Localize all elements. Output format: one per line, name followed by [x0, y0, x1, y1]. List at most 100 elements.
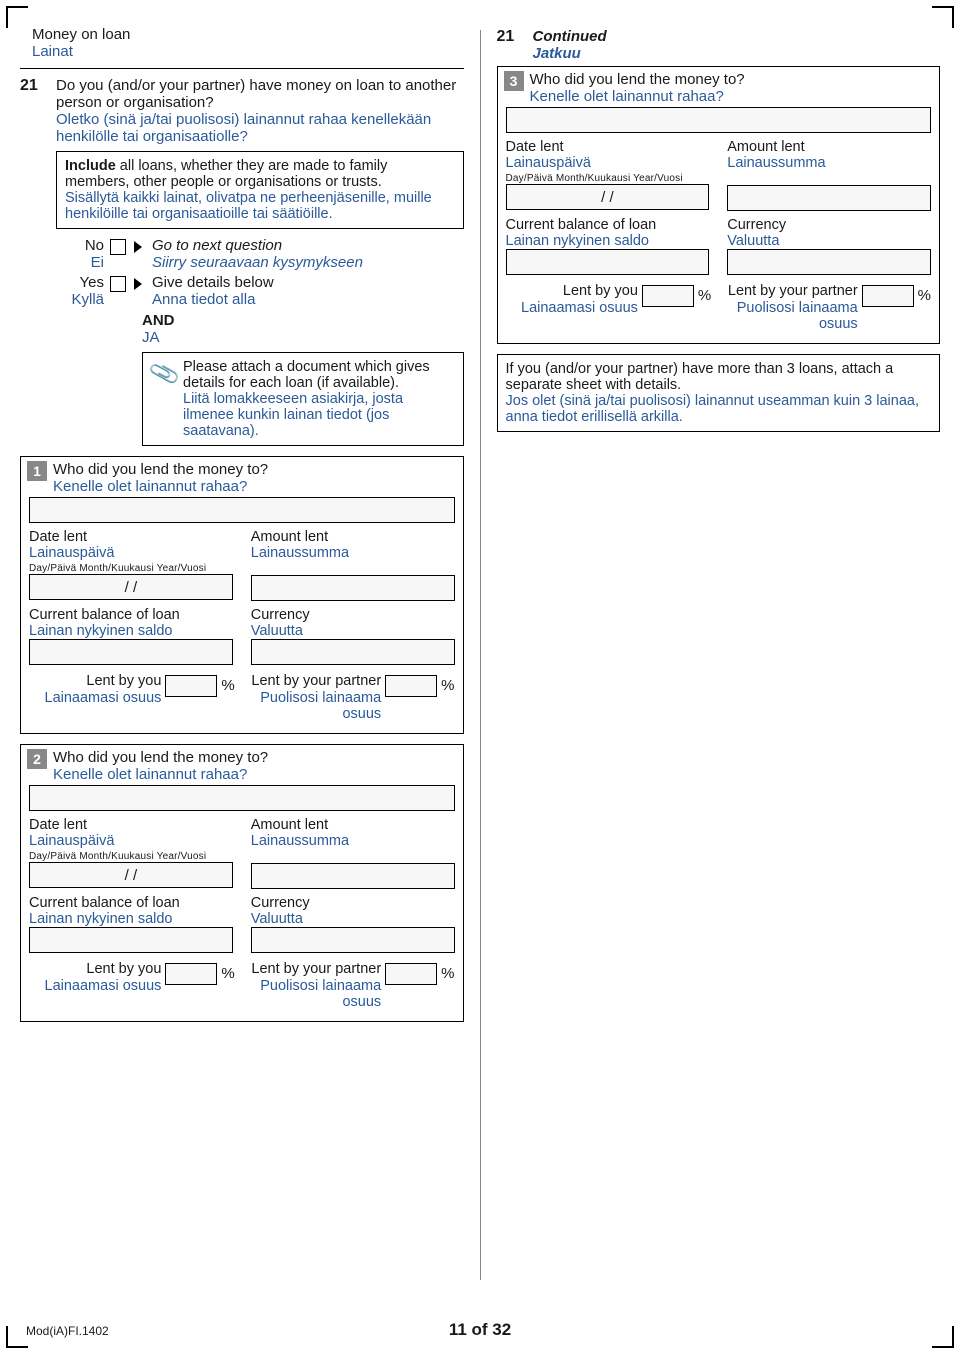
loan3-who-input[interactable] — [506, 107, 932, 133]
no-label-en: No — [85, 237, 104, 254]
you-label-en: Lent by you — [563, 283, 638, 299]
loan2-currency-input[interactable] — [251, 927, 455, 953]
and-fi: JA — [142, 329, 464, 346]
left-column: Money on loan Lainat 21 Do you (and/or y… — [20, 20, 464, 1290]
no-action-fi: Siirry seuraavaan kysymykseen — [152, 254, 363, 271]
more-than-3-note: If you (and/or your partner) have more t… — [497, 354, 941, 432]
loan1-currency-input[interactable] — [251, 639, 455, 665]
amount-label-en: Amount lent — [251, 817, 455, 833]
no-action-en: Go to next question — [152, 237, 282, 254]
yes-action-en: Give details below — [152, 274, 274, 291]
attach-en: Please attach a document which gives det… — [183, 359, 430, 391]
loan1-you-pct-input[interactable] — [165, 675, 217, 697]
loan-number-1: 1 — [27, 461, 47, 481]
section-title-en: Money on loan — [32, 26, 462, 43]
paperclip-icon: 📎 — [147, 357, 182, 391]
arrow-icon — [134, 241, 142, 253]
loan2-partner-pct-input[interactable] — [385, 963, 437, 985]
loan1-who-input[interactable] — [29, 497, 455, 523]
question-text-en: Do you (and/or your partner) have money … — [56, 77, 464, 111]
loan3-currency-input[interactable] — [727, 249, 931, 275]
loan2-who-input[interactable] — [29, 785, 455, 811]
continued-header: 21 Continued Jatkuu — [497, 20, 941, 62]
loan1-amount-input[interactable] — [251, 575, 455, 601]
currency-label-en: Currency — [251, 895, 455, 911]
continued-fi: Jatkuu — [533, 45, 607, 62]
partner-label-en: Lent by your partner — [251, 961, 381, 977]
loan2-balance-input[interactable] — [29, 927, 233, 953]
date-label-fi: Lainauspäivä — [29, 833, 233, 849]
attach-fi: Liitä lomakkeeseen asiakirja, josta ilme… — [183, 391, 403, 439]
percent-symbol: % — [221, 677, 234, 694]
currency-label-en: Currency — [251, 607, 455, 623]
who-label-fi: Kenelle olet lainannut rahaa? — [53, 766, 268, 783]
currency-label-fi: Valuutta — [251, 623, 455, 639]
include-note: Include all loans, whether they are made… — [56, 151, 464, 229]
loan-block-2: 2 Who did you lend the money to? Kenelle… — [20, 744, 464, 1022]
percent-symbol: % — [441, 677, 454, 694]
option-yes: Yes Kyllä Give details below Anna tiedot… — [56, 274, 464, 308]
balance-label-en: Current balance of loan — [506, 217, 710, 233]
no-label-fi: Ei — [56, 254, 104, 271]
page-number: 11 of 32 — [0, 1320, 960, 1340]
amount-label-en: Amount lent — [251, 529, 455, 545]
date-header: Day/Päivä Month/Kuukausi Year/Vuosi — [29, 563, 233, 574]
percent-symbol: % — [441, 965, 454, 982]
date-label-fi: Lainauspäivä — [29, 545, 233, 561]
and-en: AND — [142, 312, 464, 329]
section-rule — [20, 68, 464, 69]
include-lead-en: Include — [65, 158, 116, 174]
you-label-en: Lent by you — [86, 673, 161, 689]
amount-label-fi: Lainaussumma — [251, 545, 455, 561]
balance-label-fi: Lainan nykyinen saldo — [506, 233, 710, 249]
amount-label-fi: Lainaussumma — [727, 155, 931, 171]
loan3-amount-input[interactable] — [727, 185, 931, 211]
right-column: 21 Continued Jatkuu 3 Who did you lend t… — [497, 20, 941, 1290]
loan2-amount-input[interactable] — [251, 863, 455, 889]
balance-label-en: Current balance of loan — [29, 895, 233, 911]
note-fi: Jos olet (sinä ja/tai puolisosi) lainann… — [506, 393, 919, 425]
loan2-date-input[interactable]: / / — [29, 862, 233, 888]
date-label-en: Date lent — [29, 529, 233, 545]
yes-label-en: Yes — [80, 274, 104, 291]
date-header: Day/Päivä Month/Kuukausi Year/Vuosi — [29, 851, 233, 862]
question-text-fi: Oletko (sinä ja/tai puolisosi) lainannut… — [56, 111, 464, 145]
date-label-en: Date lent — [506, 139, 710, 155]
balance-label-en: Current balance of loan — [29, 607, 233, 623]
yes-label-fi: Kyllä — [56, 291, 104, 308]
partner-label-fi: Puolisosi lainaama osuus — [737, 300, 858, 333]
currency-label-fi: Valuutta — [251, 911, 455, 927]
question-number: 21 — [497, 28, 521, 62]
loan3-partner-pct-input[interactable] — [862, 285, 914, 307]
you-label-fi: Lainaamasi osuus — [45, 690, 162, 706]
loan3-date-input[interactable]: / / — [506, 184, 710, 210]
percent-symbol: % — [221, 965, 234, 982]
section-title-fi: Lainat — [32, 43, 462, 60]
checkbox-yes[interactable] — [110, 276, 126, 292]
checkbox-no[interactable] — [110, 239, 126, 255]
loan-number-2: 2 — [27, 749, 47, 769]
loan1-partner-pct-input[interactable] — [385, 675, 437, 697]
loan2-you-pct-input[interactable] — [165, 963, 217, 985]
loan1-balance-input[interactable] — [29, 639, 233, 665]
loan3-balance-input[interactable] — [506, 249, 710, 275]
balance-label-fi: Lainan nykyinen saldo — [29, 623, 233, 639]
partner-label-en: Lent by your partner — [251, 673, 381, 689]
arrow-icon — [134, 278, 142, 290]
loan3-you-pct-input[interactable] — [642, 285, 694, 307]
continued-en: Continued — [533, 28, 607, 45]
yes-action-fi: Anna tiedot alla — [152, 291, 255, 308]
question-21: 21 Do you (and/or your partner) have mon… — [20, 77, 464, 446]
question-number: 21 — [20, 77, 44, 446]
you-label-fi: Lainaamasi osuus — [521, 300, 638, 316]
who-label-en: Who did you lend the money to? — [530, 71, 745, 88]
currency-label-en: Currency — [727, 217, 931, 233]
who-label-en: Who did you lend the money to? — [53, 461, 268, 478]
loan1-date-input[interactable]: / / — [29, 574, 233, 600]
crop-mark — [932, 6, 954, 28]
partner-label-en: Lent by your partner — [728, 283, 858, 299]
balance-label-fi: Lainan nykyinen saldo — [29, 911, 233, 927]
percent-symbol: % — [918, 287, 931, 304]
date-label-en: Date lent — [29, 817, 233, 833]
you-label-en: Lent by you — [86, 961, 161, 977]
